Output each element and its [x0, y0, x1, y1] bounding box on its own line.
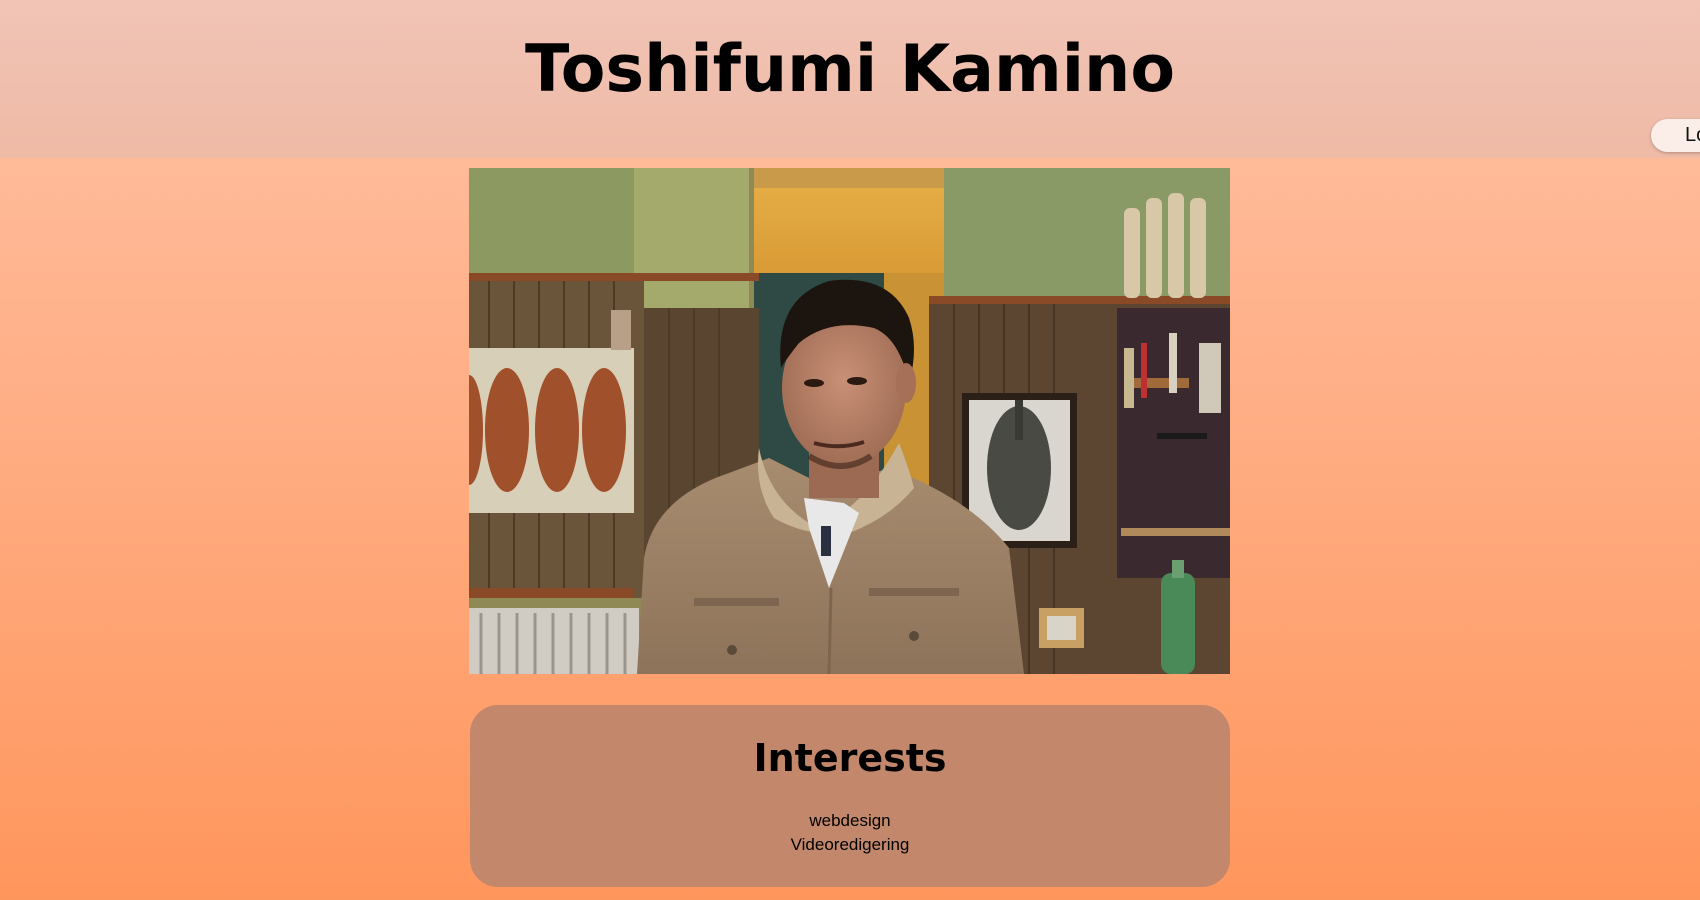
interests-heading: Interests [753, 736, 947, 780]
interest-item: Videoredigering [790, 835, 910, 854]
profile-photo [469, 168, 1230, 674]
interests-list: webdesign Videoredigering [470, 809, 1230, 857]
page-title: Toshifumi Kamino [525, 32, 1175, 107]
interests-card: Interests webdesign Videoredigering [470, 705, 1230, 887]
site-header: Toshifumi Kamino Lo [0, 0, 1700, 158]
header-pill-button[interactable]: Lo [1651, 119, 1700, 152]
interest-item: webdesign [809, 811, 891, 830]
